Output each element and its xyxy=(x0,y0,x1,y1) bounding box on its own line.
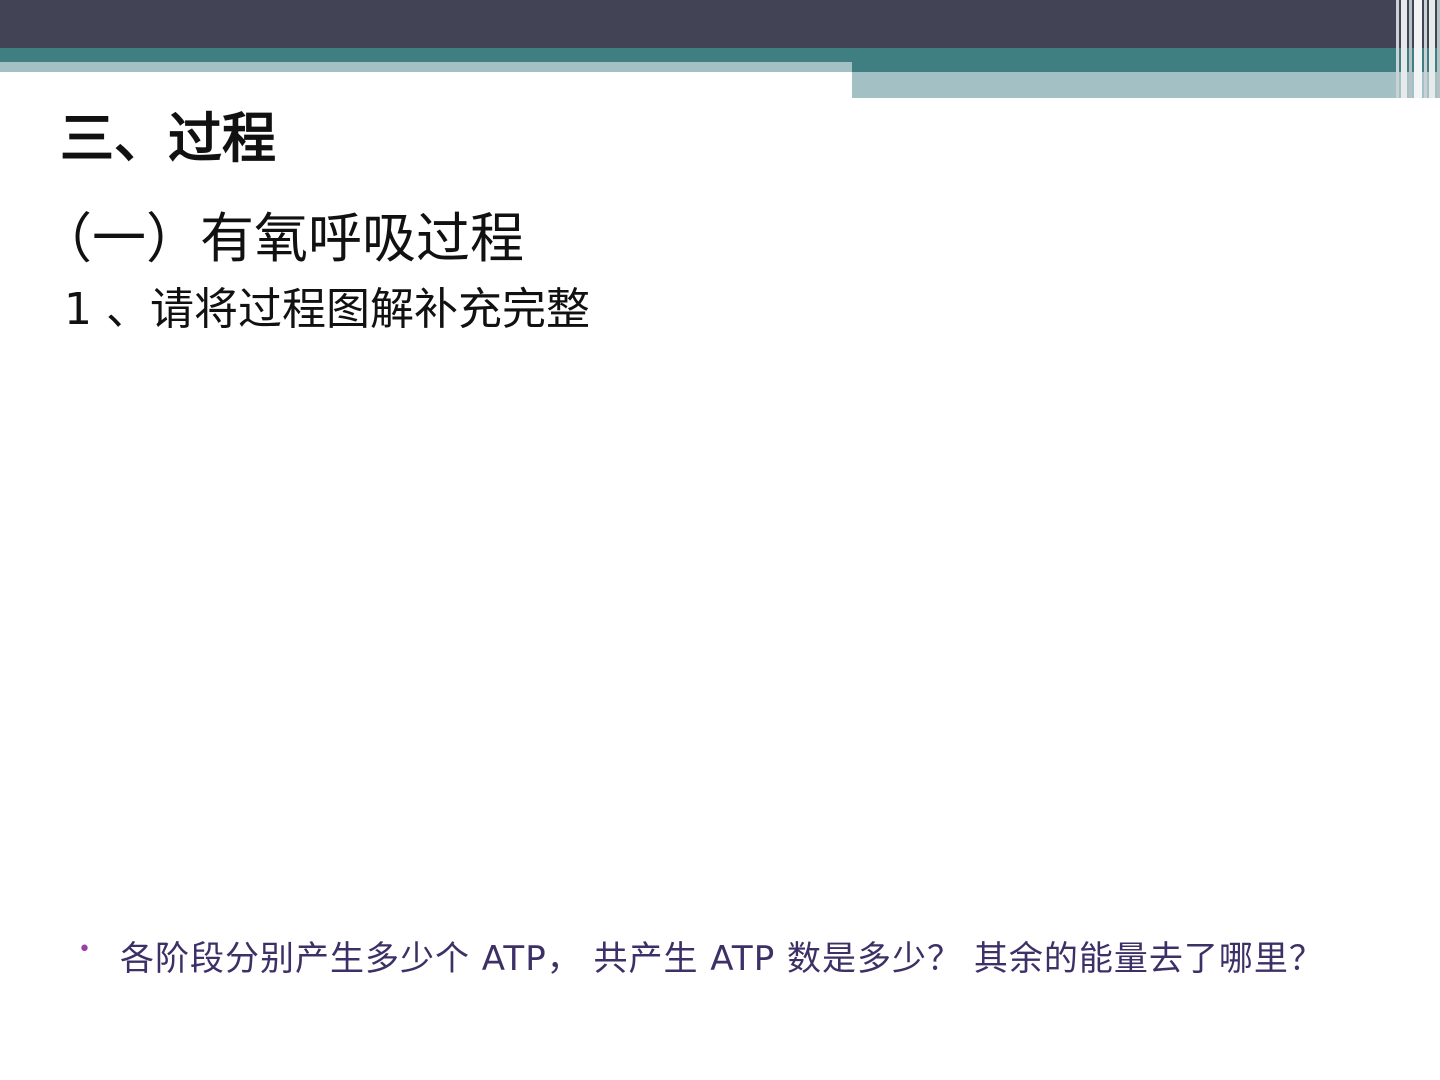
slide: 三、过程 （一）有氧呼吸过程 1 、请将过程图解补充完整 • 各阶段分别产生多少… xyxy=(0,0,1440,1080)
slide-title: 三、过程 xyxy=(60,107,276,170)
section-subtitle: （一）有氧呼吸过程 xyxy=(38,207,524,270)
question-bullet-item: • 各阶段分别产生多少个 ATP， 共产生 ATP 数是多少？ 其余的能量去了哪… xyxy=(78,924,1378,994)
question-text: 各阶段分别产生多少个 ATP， 共产生 ATP 数是多少？ 其余的能量去了哪里？ xyxy=(120,939,1324,979)
bullet-dot-icon: • xyxy=(78,937,91,962)
header-band-white xyxy=(0,72,852,98)
header-band-dark xyxy=(0,0,1440,48)
step-instruction: 1 、请将过程图解补充完整 xyxy=(64,284,590,335)
header-stripes-decoration xyxy=(1396,0,1440,98)
header-band-light xyxy=(0,62,852,72)
header-band-light-right xyxy=(852,72,1440,98)
